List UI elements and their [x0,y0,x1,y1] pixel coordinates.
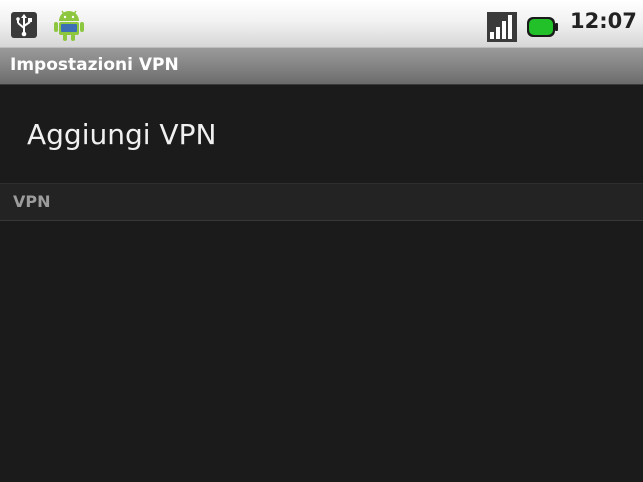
title-bar: Impostazioni VPN [0,48,643,85]
add-vpn-item[interactable]: Aggiungi VPN [0,85,643,183]
vpn-list [0,221,643,482]
add-vpn-label: Aggiungi VPN [27,118,217,151]
signal-strength-icon [487,12,517,42]
status-time: 12:07 [570,9,637,33]
vpn-category-header: VPN [0,183,643,221]
usb-icon [11,12,37,38]
battery-icon [527,17,558,37]
android-icon [54,10,84,41]
status-bar[interactable]: 12:07 [0,0,643,48]
vpn-settings-screen: 12:07 Impostazioni VPN Aggiungi VPN VPN [0,0,643,482]
page-title: Impostazioni VPN [10,55,179,75]
category-label: VPN [13,192,51,211]
